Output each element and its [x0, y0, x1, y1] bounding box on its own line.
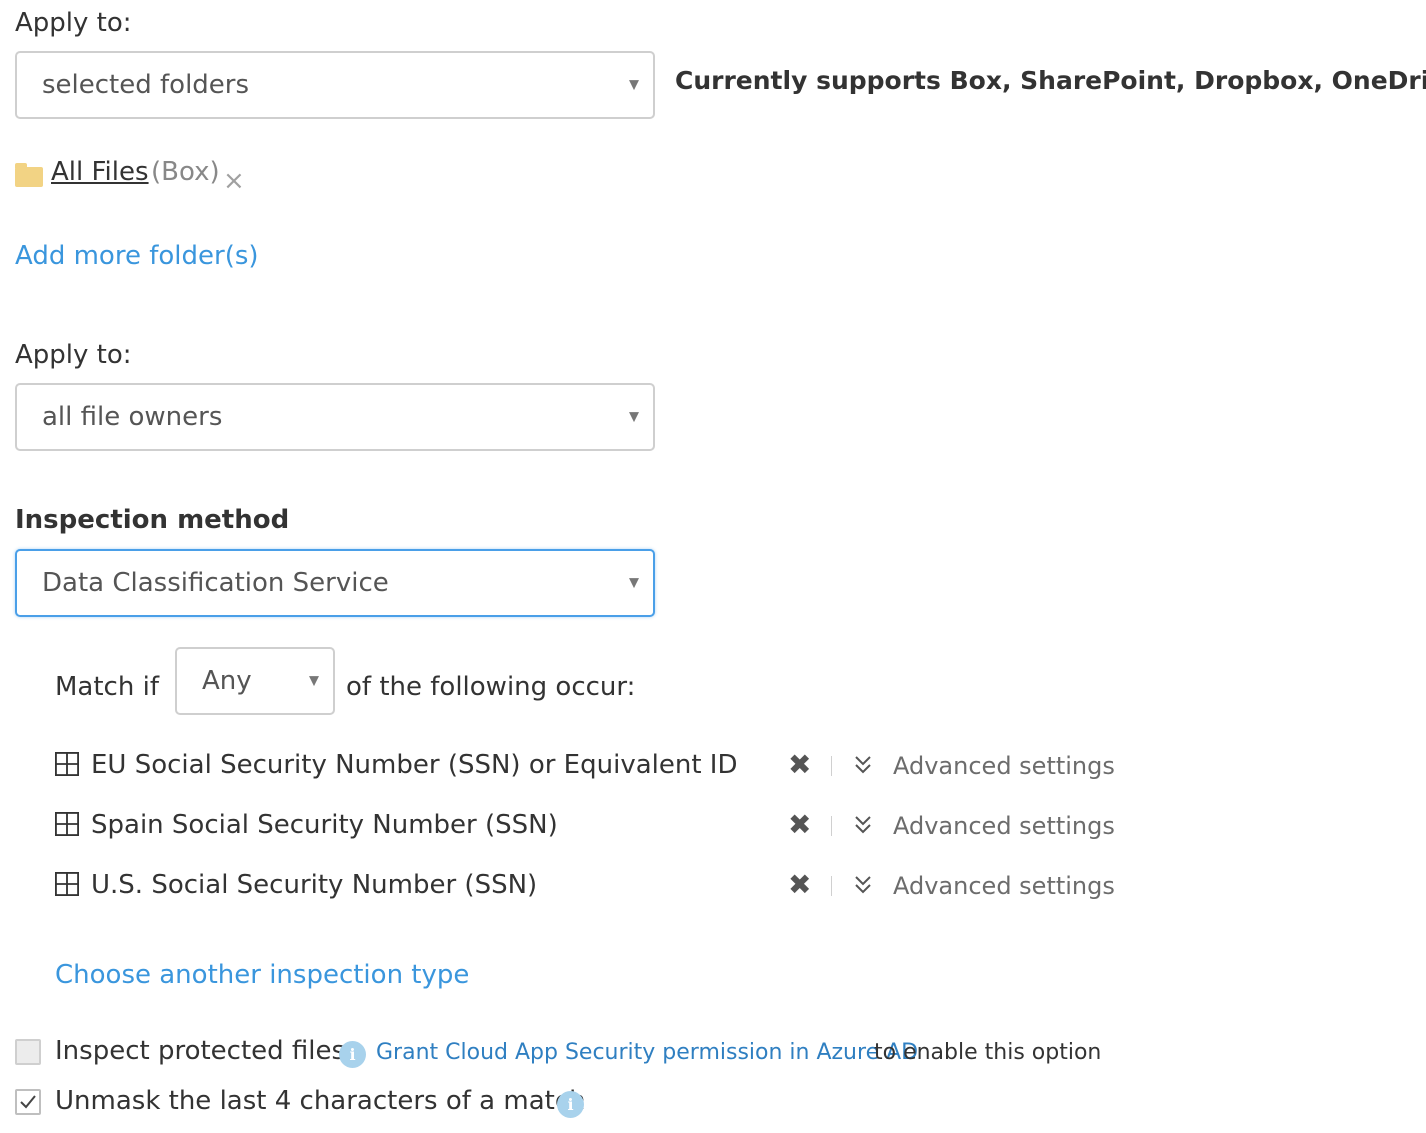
- delete-rule-icon[interactable]: ✖: [788, 751, 811, 779]
- folder-source: (Box): [151, 157, 220, 187]
- match-mode-value: Any: [202, 666, 252, 696]
- rule-label: U.S. Social Security Number (SSN): [91, 870, 538, 900]
- folder-link-all-files[interactable]: All Files: [51, 157, 149, 187]
- rule-item: [55, 812, 79, 840]
- grid-icon: [55, 872, 79, 896]
- support-note: Currently supports Box, SharePoint, Drop…: [675, 66, 1426, 95]
- caret-down-icon: ▼: [629, 575, 639, 591]
- grid-icon: [55, 752, 79, 776]
- double-chevron-down-icon[interactable]: [853, 874, 873, 896]
- match-suffix-label: of the following occur:: [346, 672, 636, 702]
- match-if-label: Match if: [55, 672, 159, 702]
- add-more-folders-link[interactable]: Add more folder(s): [15, 241, 259, 271]
- delete-rule-icon[interactable]: ✖: [788, 811, 811, 839]
- caret-down-icon: ▼: [629, 77, 639, 93]
- inspection-method-select[interactable]: Data Classification Service ▼: [15, 549, 655, 617]
- rule-label: EU Social Security Number (SSN) or Equiv…: [91, 750, 738, 780]
- unmask-label: Unmask the last 4 characters of a match: [55, 1086, 586, 1116]
- apply-to-owners-select[interactable]: all file owners ▼: [15, 383, 655, 451]
- rule-item: [55, 752, 79, 780]
- inspect-protected-checkbox[interactable]: [15, 1039, 41, 1065]
- checkmark-icon: [20, 1095, 36, 1109]
- info-icon[interactable]: i: [339, 1041, 366, 1068]
- apply-to-owners-value: all file owners: [42, 402, 223, 432]
- advanced-settings-link[interactable]: Advanced settings: [893, 812, 1115, 840]
- info-icon[interactable]: i: [557, 1091, 584, 1118]
- separator: [831, 876, 832, 896]
- inspection-method-value: Data Classification Service: [42, 568, 389, 598]
- rule-label: Spain Social Security Number (SSN): [91, 810, 558, 840]
- advanced-settings-link[interactable]: Advanced settings: [893, 752, 1115, 780]
- unmask-checkbox[interactable]: [15, 1089, 41, 1115]
- separator: [831, 816, 832, 836]
- remove-folder-icon[interactable]: ×: [223, 168, 245, 194]
- caret-down-icon: ▼: [629, 409, 639, 425]
- apply-to-scope-value: selected folders: [42, 70, 250, 100]
- separator: [831, 756, 832, 776]
- choose-another-inspection-link[interactable]: Choose another inspection type: [55, 960, 469, 990]
- double-chevron-down-icon[interactable]: [853, 814, 873, 836]
- inspection-method-label: Inspection method: [15, 505, 290, 535]
- apply-to-owners-label: Apply to:: [15, 340, 132, 370]
- delete-rule-icon[interactable]: ✖: [788, 871, 811, 899]
- rule-item: [55, 872, 79, 900]
- grant-permission-link[interactable]: Grant Cloud App Security permission in A…: [376, 1040, 918, 1065]
- apply-to-scope-select[interactable]: selected folders ▼: [15, 51, 655, 119]
- enable-option-note: to enable this option: [874, 1040, 1102, 1065]
- grid-icon: [55, 812, 79, 836]
- caret-down-icon: ▼: [309, 673, 319, 689]
- double-chevron-down-icon[interactable]: [853, 754, 873, 776]
- advanced-settings-link[interactable]: Advanced settings: [893, 872, 1115, 900]
- apply-to-label: Apply to:: [15, 8, 132, 38]
- folder-icon: [15, 163, 43, 187]
- inspect-protected-label: Inspect protected files: [55, 1036, 346, 1066]
- match-mode-select[interactable]: Any ▼: [175, 647, 335, 715]
